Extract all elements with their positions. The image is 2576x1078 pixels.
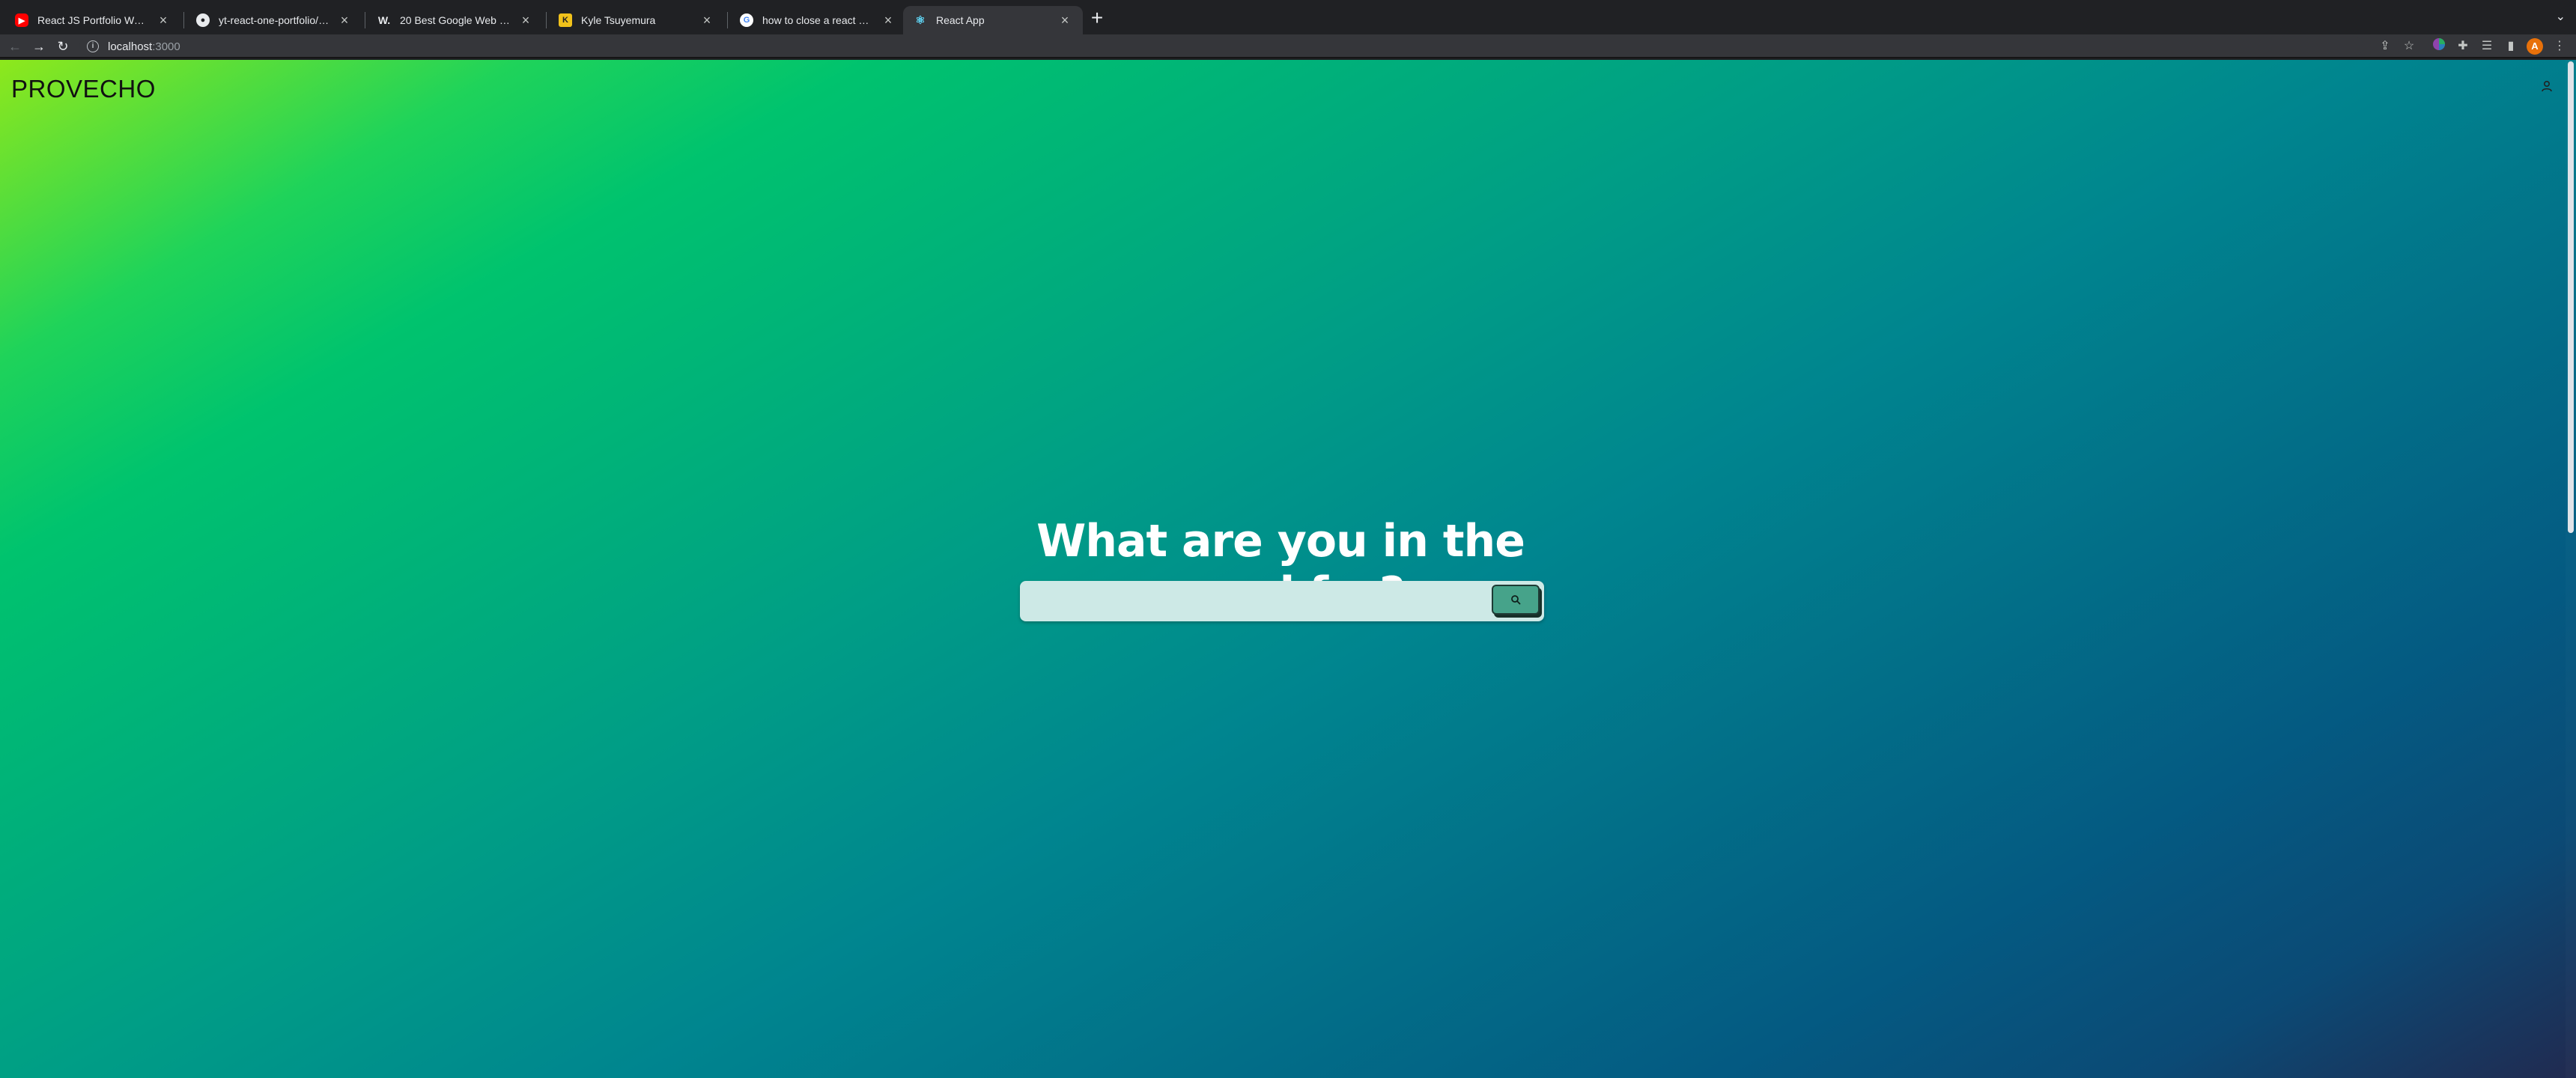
- info-icon[interactable]: i: [87, 40, 99, 52]
- scrollbar-thumb[interactable]: [2568, 61, 2574, 533]
- page-scrollbar[interactable]: [2566, 60, 2576, 1078]
- url-host: localhost: [108, 40, 153, 53]
- tab-0[interactable]: ▶ React JS Portfolio Website Us ×: [4, 6, 181, 34]
- profile-avatar[interactable]: A: [2527, 38, 2543, 55]
- reading-list-icon[interactable]: ☰: [2478, 37, 2496, 55]
- extensions-puzzle-icon[interactable]: ✚: [2454, 37, 2472, 55]
- more-menu-icon[interactable]: ⋮: [2551, 37, 2569, 55]
- youtube-icon: ▶: [15, 13, 28, 27]
- close-icon[interactable]: ×: [1057, 13, 1072, 28]
- bookmark-star-icon[interactable]: ☆: [2400, 37, 2418, 55]
- close-icon[interactable]: ×: [337, 13, 352, 28]
- back-arrow-icon[interactable]: ←: [4, 36, 25, 57]
- tab-divider: [183, 12, 184, 28]
- tab-2[interactable]: W. 20 Best Google Web Fonts ×: [367, 6, 544, 34]
- tab-4[interactable]: G how to close a react app - Goo ×: [729, 6, 906, 34]
- address-bar[interactable]: i localhost :3000: [79, 37, 2363, 56]
- search-input[interactable]: [1020, 581, 1484, 621]
- close-icon[interactable]: ×: [518, 13, 533, 28]
- page-viewport: PROVECHO What are you in the mood for?: [0, 60, 2576, 1078]
- user-account-icon[interactable]: [2540, 79, 2554, 93]
- tab-search-chevron-icon[interactable]: ⌄: [2556, 9, 2566, 24]
- color-extension-icon[interactable]: [2430, 37, 2448, 55]
- w-site-icon: W.: [377, 14, 391, 26]
- reload-icon[interactable]: ↻: [52, 36, 73, 57]
- react-icon: ⚛: [915, 14, 926, 27]
- tab-1[interactable]: ● yt-react-one-portfolio/About.j ×: [186, 6, 362, 34]
- new-tab-button[interactable]: +: [1086, 7, 1108, 30]
- github-icon: ●: [196, 13, 210, 27]
- url-port: :3000: [152, 40, 180, 53]
- tab-3[interactable]: K Kyle Tsuyemura ×: [548, 6, 725, 34]
- tab-divider: [727, 12, 728, 28]
- tab-divider: [546, 12, 547, 28]
- close-icon[interactable]: ×: [156, 13, 171, 28]
- search-button[interactable]: [1492, 585, 1540, 615]
- share-icon[interactable]: ⇪: [2376, 37, 2394, 55]
- side-panel-icon[interactable]: ▮: [2502, 37, 2520, 55]
- close-icon[interactable]: ×: [881, 13, 896, 28]
- portfolio-icon: K: [559, 13, 572, 27]
- forward-arrow-icon[interactable]: →: [28, 36, 49, 57]
- close-icon[interactable]: ×: [699, 13, 714, 28]
- browser-toolbar: ← → ↻ i localhost :3000 ⇪ ☆ ✚ ☰ ▮ A ⋮: [0, 34, 2576, 58]
- search-bar: [1020, 581, 1544, 621]
- google-icon: G: [740, 13, 753, 27]
- search-icon: [1511, 595, 1521, 605]
- tab-strip: ▶ React JS Portfolio Website Us × ● yt-r…: [0, 0, 2576, 34]
- brand-logo[interactable]: PROVECHO: [11, 75, 156, 103]
- tab-5-active[interactable]: ⚛ React App ×: [903, 6, 1083, 34]
